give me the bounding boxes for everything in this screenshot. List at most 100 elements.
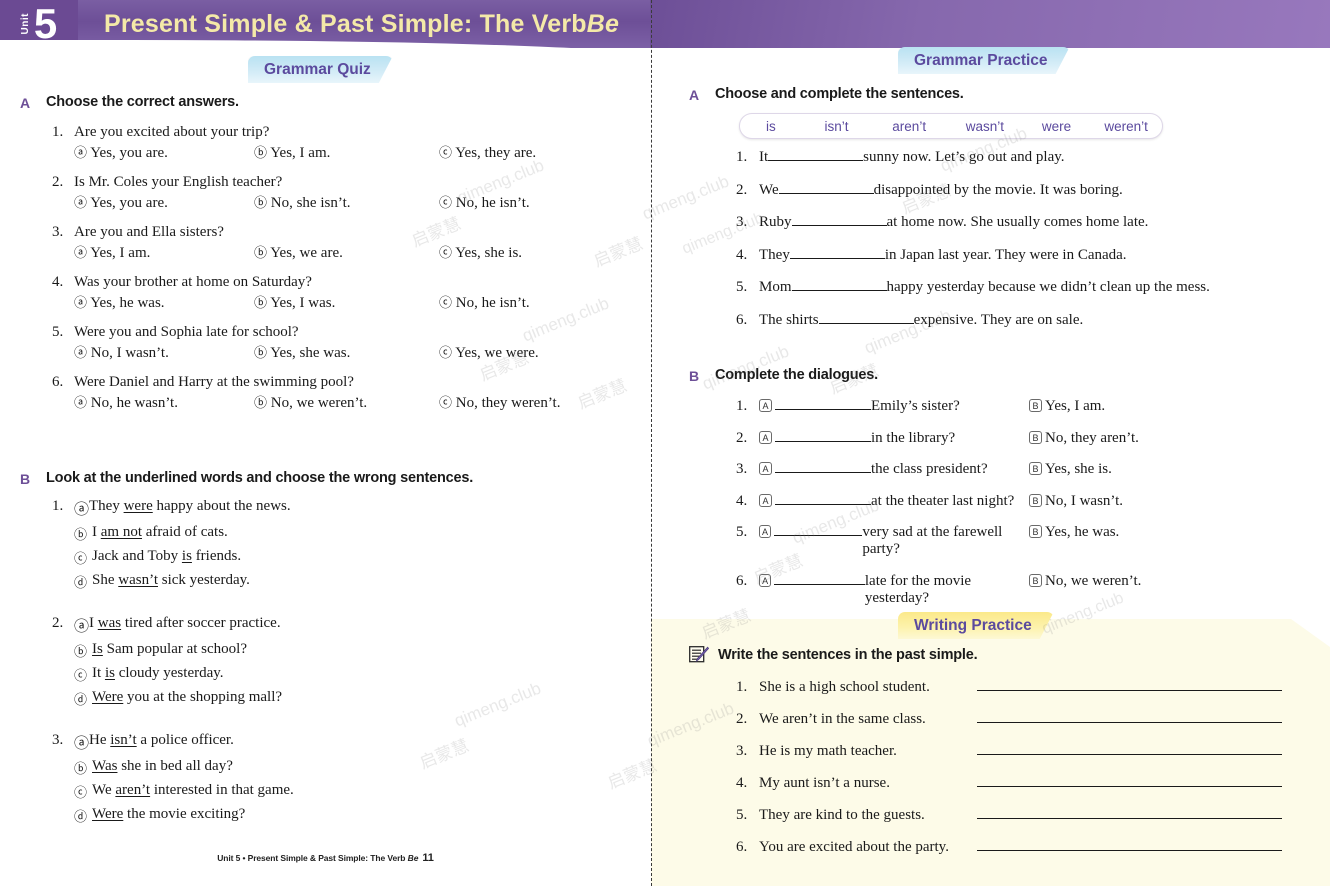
answer-blank[interactable] xyxy=(775,397,871,410)
question-text: Is Mr. Coles your English teacher? xyxy=(74,174,283,190)
answer-blank[interactable] xyxy=(774,572,865,585)
quiz-question: 2. Is Mr. Coles your English teacher? ⓐ Ye… xyxy=(52,174,642,212)
item-number: 6. xyxy=(736,572,748,589)
word-bank-item[interactable]: wasn’t xyxy=(947,119,1023,134)
footer-text: Unit 5 • Present Simple & Past Simple: T… xyxy=(217,853,408,863)
answer-blank[interactable] xyxy=(977,678,1282,691)
underlined-word: isn’t xyxy=(110,732,137,748)
dialogue-speaker-a: A at the theater last night? xyxy=(759,492,1029,510)
speaker-a-marker: A xyxy=(759,430,772,444)
word-bank-item[interactable]: weren’t xyxy=(1090,119,1162,134)
answer-option[interactable]: ⓒ Yes, she is. xyxy=(439,242,522,262)
question-prompt-row: 4. Was your brother at home on Saturday? xyxy=(52,274,642,291)
answer-option[interactable]: ⓐ Yes, he was. xyxy=(74,292,254,312)
word-bank-item[interactable]: isn’t xyxy=(802,119,872,134)
answer-option[interactable]: ⓑ Yes, I am. xyxy=(254,142,439,162)
word-bank-item[interactable]: were xyxy=(1023,119,1091,134)
tab-grammar-practice[interactable]: Grammar Practice xyxy=(898,47,1070,74)
answer-blank[interactable] xyxy=(778,181,874,194)
word-bank-item[interactable]: aren’t xyxy=(871,119,947,134)
answer-option[interactable]: ⓓ Were the movie exciting? xyxy=(52,806,642,825)
dialogue-item: 6. A late for the movie yesterday? B No, we… xyxy=(736,572,1316,607)
tab-writing-practice[interactable]: Writing Practice xyxy=(898,612,1054,639)
answer-option[interactable]: ⓒ We aren’t interested in that game. xyxy=(52,782,642,801)
page-title-italic: Be xyxy=(586,9,620,38)
speaker-b-marker: B xyxy=(1029,462,1042,475)
option-marker: ⓒ xyxy=(74,551,88,566)
option-text: They were happy about the news. xyxy=(89,498,291,514)
answer-blank[interactable] xyxy=(977,710,1282,723)
answer-option[interactable]: ⓒ It is cloudy yesterday. xyxy=(52,665,642,684)
underlined-word: is xyxy=(104,665,115,681)
dialogue-b-text: No, they aren’t. xyxy=(1045,429,1139,446)
answer-option[interactable]: ⓒ Yes, they are. xyxy=(439,142,536,162)
word-bank-item[interactable]: is xyxy=(740,119,802,134)
answer-blank[interactable] xyxy=(977,806,1282,819)
answer-blank[interactable] xyxy=(775,460,871,473)
answer-blank[interactable] xyxy=(977,838,1282,851)
question-number: 1. xyxy=(52,498,64,514)
answer-option[interactable]: 1. ⓐ They were happy about the news. xyxy=(52,498,642,519)
answer-option[interactable]: 2. ⓐ I was tired after soccer practice. xyxy=(52,615,642,636)
question-prompt-row: 5. Were you and Sophia late for school? xyxy=(52,324,642,341)
answer-options: ⓐ No, I wasn’t. ⓑ Yes, she was. ⓒ Yes, we … xyxy=(52,342,642,362)
option-marker: ⓒ xyxy=(74,785,88,800)
source-sentence: My aunt isn’t a nurse. xyxy=(759,775,890,791)
answer-blank[interactable] xyxy=(775,492,871,505)
answer-option[interactable]: ⓑ Was she in bed all day? xyxy=(52,758,642,777)
sentence-prefix: The shirts xyxy=(759,311,819,328)
quiz-section-a-header: A Choose the correct answers. xyxy=(20,94,239,111)
speaker-a-marker: A xyxy=(759,399,772,412)
answer-blank[interactable] xyxy=(768,148,864,161)
answer-option[interactable]: ⓐ Yes, you are. xyxy=(74,192,254,212)
answer-option[interactable]: ⓒ Yes, we were. xyxy=(439,342,539,362)
answer-blank[interactable] xyxy=(977,774,1282,787)
answer-option[interactable]: ⓒ No, they weren’t. xyxy=(439,392,560,412)
item-number: 4. xyxy=(736,775,748,791)
dialogue-item: 4. A at the theater last night? B No, I was… xyxy=(736,492,1316,510)
answer-blank[interactable] xyxy=(818,311,914,324)
answer-blank[interactable] xyxy=(789,246,885,259)
answer-option[interactable]: ⓒ No, he isn’t. xyxy=(439,292,530,312)
answer-blank[interactable] xyxy=(977,742,1282,755)
answer-blank[interactable] xyxy=(775,429,871,442)
left-page: A Choose the correct answers. 1. Are you … xyxy=(0,0,651,886)
option-text: Was she in bed all day? xyxy=(92,758,233,774)
answer-option[interactable]: ⓓ She wasn’t sick yesterday. xyxy=(52,572,642,591)
dialogue-b-text: No, we weren’t. xyxy=(1045,572,1142,589)
answer-option[interactable]: ⓐ No, I wasn’t. xyxy=(74,342,254,362)
answer-blank[interactable] xyxy=(791,278,887,291)
dialogue-speaker-a: A late for the movie yesterday? xyxy=(759,572,1029,607)
answer-option[interactable]: ⓑ I am not afraid of cats. xyxy=(52,524,642,543)
answer-option[interactable]: ⓐ Yes, you are. xyxy=(74,142,254,162)
answer-option[interactable]: ⓓ Were you at the shopping mall? xyxy=(52,689,642,708)
answer-option[interactable]: ⓑ Yes, I was. xyxy=(254,292,439,312)
answer-option[interactable]: ⓑ No, we weren’t. xyxy=(254,392,439,412)
answer-option[interactable]: ⓒ No, he isn’t. xyxy=(439,192,530,212)
option-text: Jack and Toby is friends. xyxy=(92,548,242,564)
answer-option[interactable]: ⓑ Yes, she was. xyxy=(254,342,439,362)
item-number: 5. xyxy=(736,807,748,823)
answer-option[interactable]: ⓑ Yes, we are. xyxy=(254,242,439,262)
tab-grammar-quiz[interactable]: Grammar Quiz xyxy=(248,56,393,83)
option-text: Were you at the shopping mall? xyxy=(92,689,283,705)
speaker-b-marker: B xyxy=(1029,399,1042,412)
speaker-b-marker: B xyxy=(1029,430,1042,444)
quiz-section-a-list: 1. Are you excited about your trip? ⓐ Yes,… xyxy=(52,124,642,424)
answer-option[interactable]: ⓑ No, she isn’t. xyxy=(254,192,439,212)
answer-option[interactable]: ⓑ Is Sam popular at school? xyxy=(52,641,642,660)
answer-blank[interactable] xyxy=(774,523,863,536)
answer-option[interactable]: ⓐ Yes, I am. xyxy=(74,242,254,262)
answer-options: ⓐ Yes, you are. ⓑ Yes, I am. ⓒ Yes, they a… xyxy=(52,142,642,162)
item-number: 1. xyxy=(736,149,748,165)
answer-option[interactable]: ⓐ No, he wasn’t. xyxy=(74,392,254,412)
answer-option[interactable]: 3. ⓐ He isn’t a police officer. xyxy=(52,732,642,753)
answer-option[interactable]: ⓒ Jack and Toby is friends. xyxy=(52,548,642,567)
source-sentence: They are kind to the guests. xyxy=(759,807,925,823)
question-prompt-row: 6. Were Daniel and Harry at the swimming … xyxy=(52,374,642,391)
speaker-b-marker: B xyxy=(1029,493,1042,507)
option-marker: ⓑ xyxy=(74,527,88,542)
answer-blank[interactable] xyxy=(791,213,887,226)
page-fold-divider xyxy=(651,0,652,886)
section-title: Choose and complete the sentences. xyxy=(715,86,964,102)
